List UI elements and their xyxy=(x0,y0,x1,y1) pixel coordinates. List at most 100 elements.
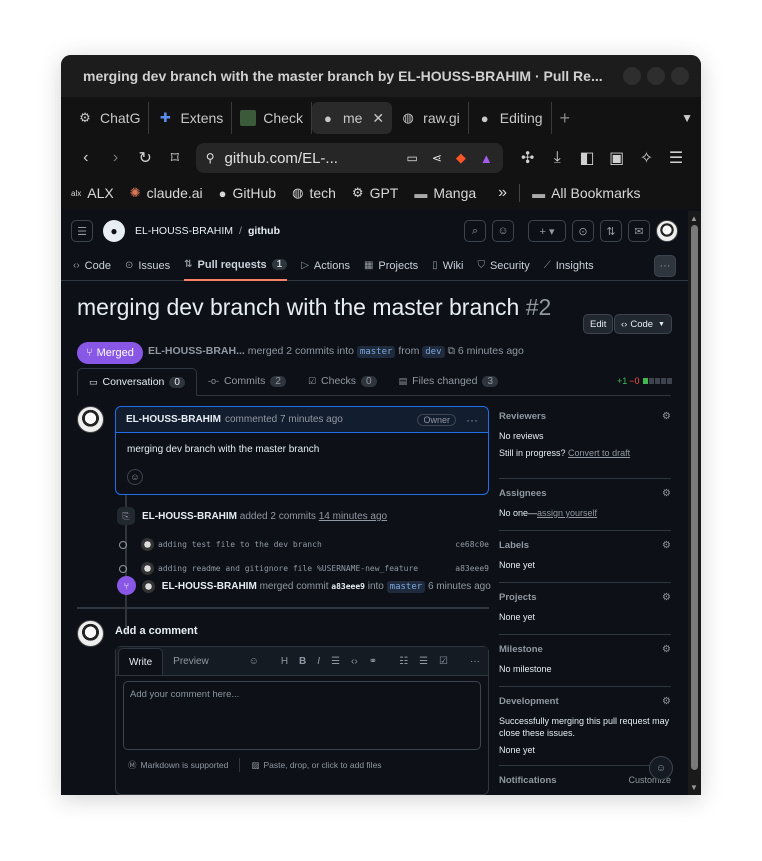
more-bookmarks-icon[interactable]: » xyxy=(498,184,507,202)
repo-nav-security[interactable]: ⛉ Security xyxy=(477,251,529,281)
commit-avatar[interactable] xyxy=(141,562,154,575)
event-author-link[interactable]: EL-HOUSS-BRAHIM xyxy=(142,511,237,522)
comment-textarea[interactable]: Add your comment here... xyxy=(123,681,481,750)
event-author-link[interactable]: EL-HOUSS-BRAHIM xyxy=(162,581,257,592)
more-nav-icon[interactable]: ··· xyxy=(654,254,676,277)
new-tab-icon[interactable]: + xyxy=(560,108,571,129)
development-title[interactable]: Development xyxy=(499,696,671,710)
bookmark-icon[interactable]: ⌑ xyxy=(160,148,190,168)
tab-raw-github[interactable]: ◍ raw.gi xyxy=(392,102,469,134)
page-scrollbar[interactable]: ▲ ▼ xyxy=(688,211,701,795)
link-icon[interactable]: ⚭ xyxy=(369,656,377,667)
tab-check[interactable]: Check xyxy=(232,102,312,134)
gear-icon[interactable]: ⚙ xyxy=(662,696,671,707)
pr-author-link[interactable]: EL-HOUSS-BRAH... xyxy=(148,345,245,357)
search-icon[interactable]: ⌕ xyxy=(464,220,486,242)
markdown-note[interactable]: Markdown is supported xyxy=(141,760,229,770)
convert-to-draft-link[interactable]: Convert to draft xyxy=(568,448,630,458)
numbered-list-icon[interactable]: ☷ xyxy=(399,656,408,667)
tab-extensions[interactable]: ✚ Extens xyxy=(149,102,233,134)
extensions-icon[interactable]: ✣ xyxy=(513,148,543,168)
repo-nav-wiki[interactable]: ▯ Wiki xyxy=(432,251,463,281)
event-time[interactable]: 14 minutes ago xyxy=(319,511,387,522)
close-tab-icon[interactable]: ✕ xyxy=(372,110,384,127)
assign-yourself-link[interactable]: assign yourself xyxy=(537,508,597,518)
brave-shield-icon[interactable]: ◆ xyxy=(456,150,466,166)
labels-title[interactable]: Labels xyxy=(499,540,671,554)
bookmark-claude[interactable]: ✺ claude.ai xyxy=(130,185,203,201)
pull-requests-icon[interactable]: ⇅ xyxy=(600,220,622,242)
create-new-icon[interactable]: + ▾ xyxy=(528,220,566,242)
bookmark-tech[interactable]: ◍ tech xyxy=(292,185,336,201)
commit-sha-link[interactable]: a83eee9 xyxy=(455,564,489,573)
repo-name-link[interactable]: github xyxy=(248,225,280,237)
italic-icon[interactable]: I xyxy=(317,656,320,667)
tab-chatgpt[interactable]: ⚙ ChatG xyxy=(69,102,150,134)
tab-commits[interactable]: -o- Commits 2 xyxy=(197,367,297,395)
reload-icon[interactable]: ↻ xyxy=(130,148,160,168)
gear-icon[interactable]: ⚙ xyxy=(662,488,671,499)
forward-icon[interactable]: › xyxy=(101,149,131,167)
commit-sha-link[interactable]: ce68c0e xyxy=(455,540,489,549)
bookmark-manga[interactable]: ▬ Manga xyxy=(414,185,476,201)
sidebar-icon[interactable]: ◧ xyxy=(572,148,602,168)
code-icon[interactable]: ‹› xyxy=(351,656,358,667)
repo-nav-actions[interactable]: ▷ Actions xyxy=(301,251,350,281)
edit-button[interactable]: Edit xyxy=(583,314,614,334)
commit-avatar[interactable] xyxy=(141,538,154,551)
gear-icon[interactable]: ⚙ xyxy=(662,540,671,551)
gear-icon[interactable]: ⚙ xyxy=(662,644,671,655)
address-bar[interactable]: ⚲ github.com/EL-... ▭ ⋖ ◆ ▲ xyxy=(195,143,503,173)
task-list-icon[interactable]: ☑ xyxy=(439,656,448,667)
projects-title[interactable]: Projects xyxy=(499,592,671,606)
tab-files-changed[interactable]: ▤ Files changed 3 xyxy=(388,367,509,395)
merge-branch[interactable]: master xyxy=(386,581,426,594)
maximize-button[interactable] xyxy=(647,67,665,85)
heading-icon[interactable]: H xyxy=(281,656,288,667)
merge-author-avatar[interactable] xyxy=(142,580,155,593)
leo-ai-icon[interactable]: ✧ xyxy=(632,148,662,168)
copilot-chat-icon[interactable]: ☺ xyxy=(649,756,673,780)
head-branch[interactable]: dev xyxy=(422,346,445,358)
cast-icon[interactable]: ▭ xyxy=(407,151,418,165)
site-settings-icon[interactable]: ⚲ xyxy=(206,151,215,165)
back-icon[interactable]: ‹ xyxy=(71,149,101,167)
comment-author-avatar[interactable] xyxy=(77,406,104,433)
github-logo-icon[interactable]: ● xyxy=(103,220,125,242)
scroll-down-icon[interactable]: ▼ xyxy=(690,783,698,792)
preview-tab[interactable]: Preview xyxy=(163,648,219,675)
bookmark-alx[interactable]: alx ALX xyxy=(71,185,114,201)
copilot-icon[interactable]: ☺ xyxy=(492,220,514,242)
assignees-title[interactable]: Assignees xyxy=(499,488,671,502)
repo-owner-link[interactable]: EL-HOUSS-BRAHIM xyxy=(135,225,233,237)
tab-conversation[interactable]: ▭ Conversation 0 xyxy=(77,368,197,396)
repo-nav-pull-requests[interactable]: ⇅ Pull requests 1 xyxy=(184,251,288,281)
inbox-icon[interactable]: ✉ xyxy=(628,220,650,242)
download-icon[interactable]: ⤓ xyxy=(542,149,572,167)
brave-rewards-icon[interactable]: ▲ xyxy=(480,151,493,166)
more-tools-icon[interactable]: ··· xyxy=(470,656,480,667)
copy-branch-icon[interactable]: ⧉ xyxy=(447,345,455,357)
share-icon[interactable]: ⋖ xyxy=(432,151,442,165)
gear-icon[interactable]: ⚙ xyxy=(662,592,671,603)
user-avatar[interactable] xyxy=(656,220,678,242)
bookmark-gpt[interactable]: ⚙ GPT xyxy=(352,185,398,201)
bulleted-list-icon[interactable]: ☰ xyxy=(419,656,428,667)
gear-icon[interactable]: ⚙ xyxy=(662,411,671,422)
wallet-icon[interactable]: ▣ xyxy=(602,148,632,168)
tab-list-chevron-icon[interactable]: ▼ xyxy=(681,111,693,125)
repo-nav-projects[interactable]: ▦ Projects xyxy=(364,251,418,281)
commit-message-link[interactable]: adding test file to the dev branch xyxy=(158,540,322,549)
comment-author-link[interactable]: EL-HOUSS-BRAHIM xyxy=(126,414,221,425)
comment-options-icon[interactable]: ··· xyxy=(466,413,478,427)
all-bookmarks[interactable]: ▬ All Bookmarks xyxy=(532,185,640,201)
base-branch[interactable]: master xyxy=(356,346,396,358)
repo-nav-code[interactable]: ‹› Code xyxy=(73,251,111,281)
menu-icon[interactable]: ☰ xyxy=(661,148,691,168)
reviewers-title[interactable]: Reviewers xyxy=(499,411,671,425)
quote-icon[interactable]: ☰ xyxy=(331,656,340,667)
copilot-icon[interactable]: ☺ xyxy=(249,656,259,667)
hamburger-menu-icon[interactable]: ☰ xyxy=(71,220,93,242)
repo-nav-issues[interactable]: ⊙ Issues xyxy=(125,251,170,281)
attach-files-link[interactable]: Paste, drop, or click to add files xyxy=(263,760,381,770)
